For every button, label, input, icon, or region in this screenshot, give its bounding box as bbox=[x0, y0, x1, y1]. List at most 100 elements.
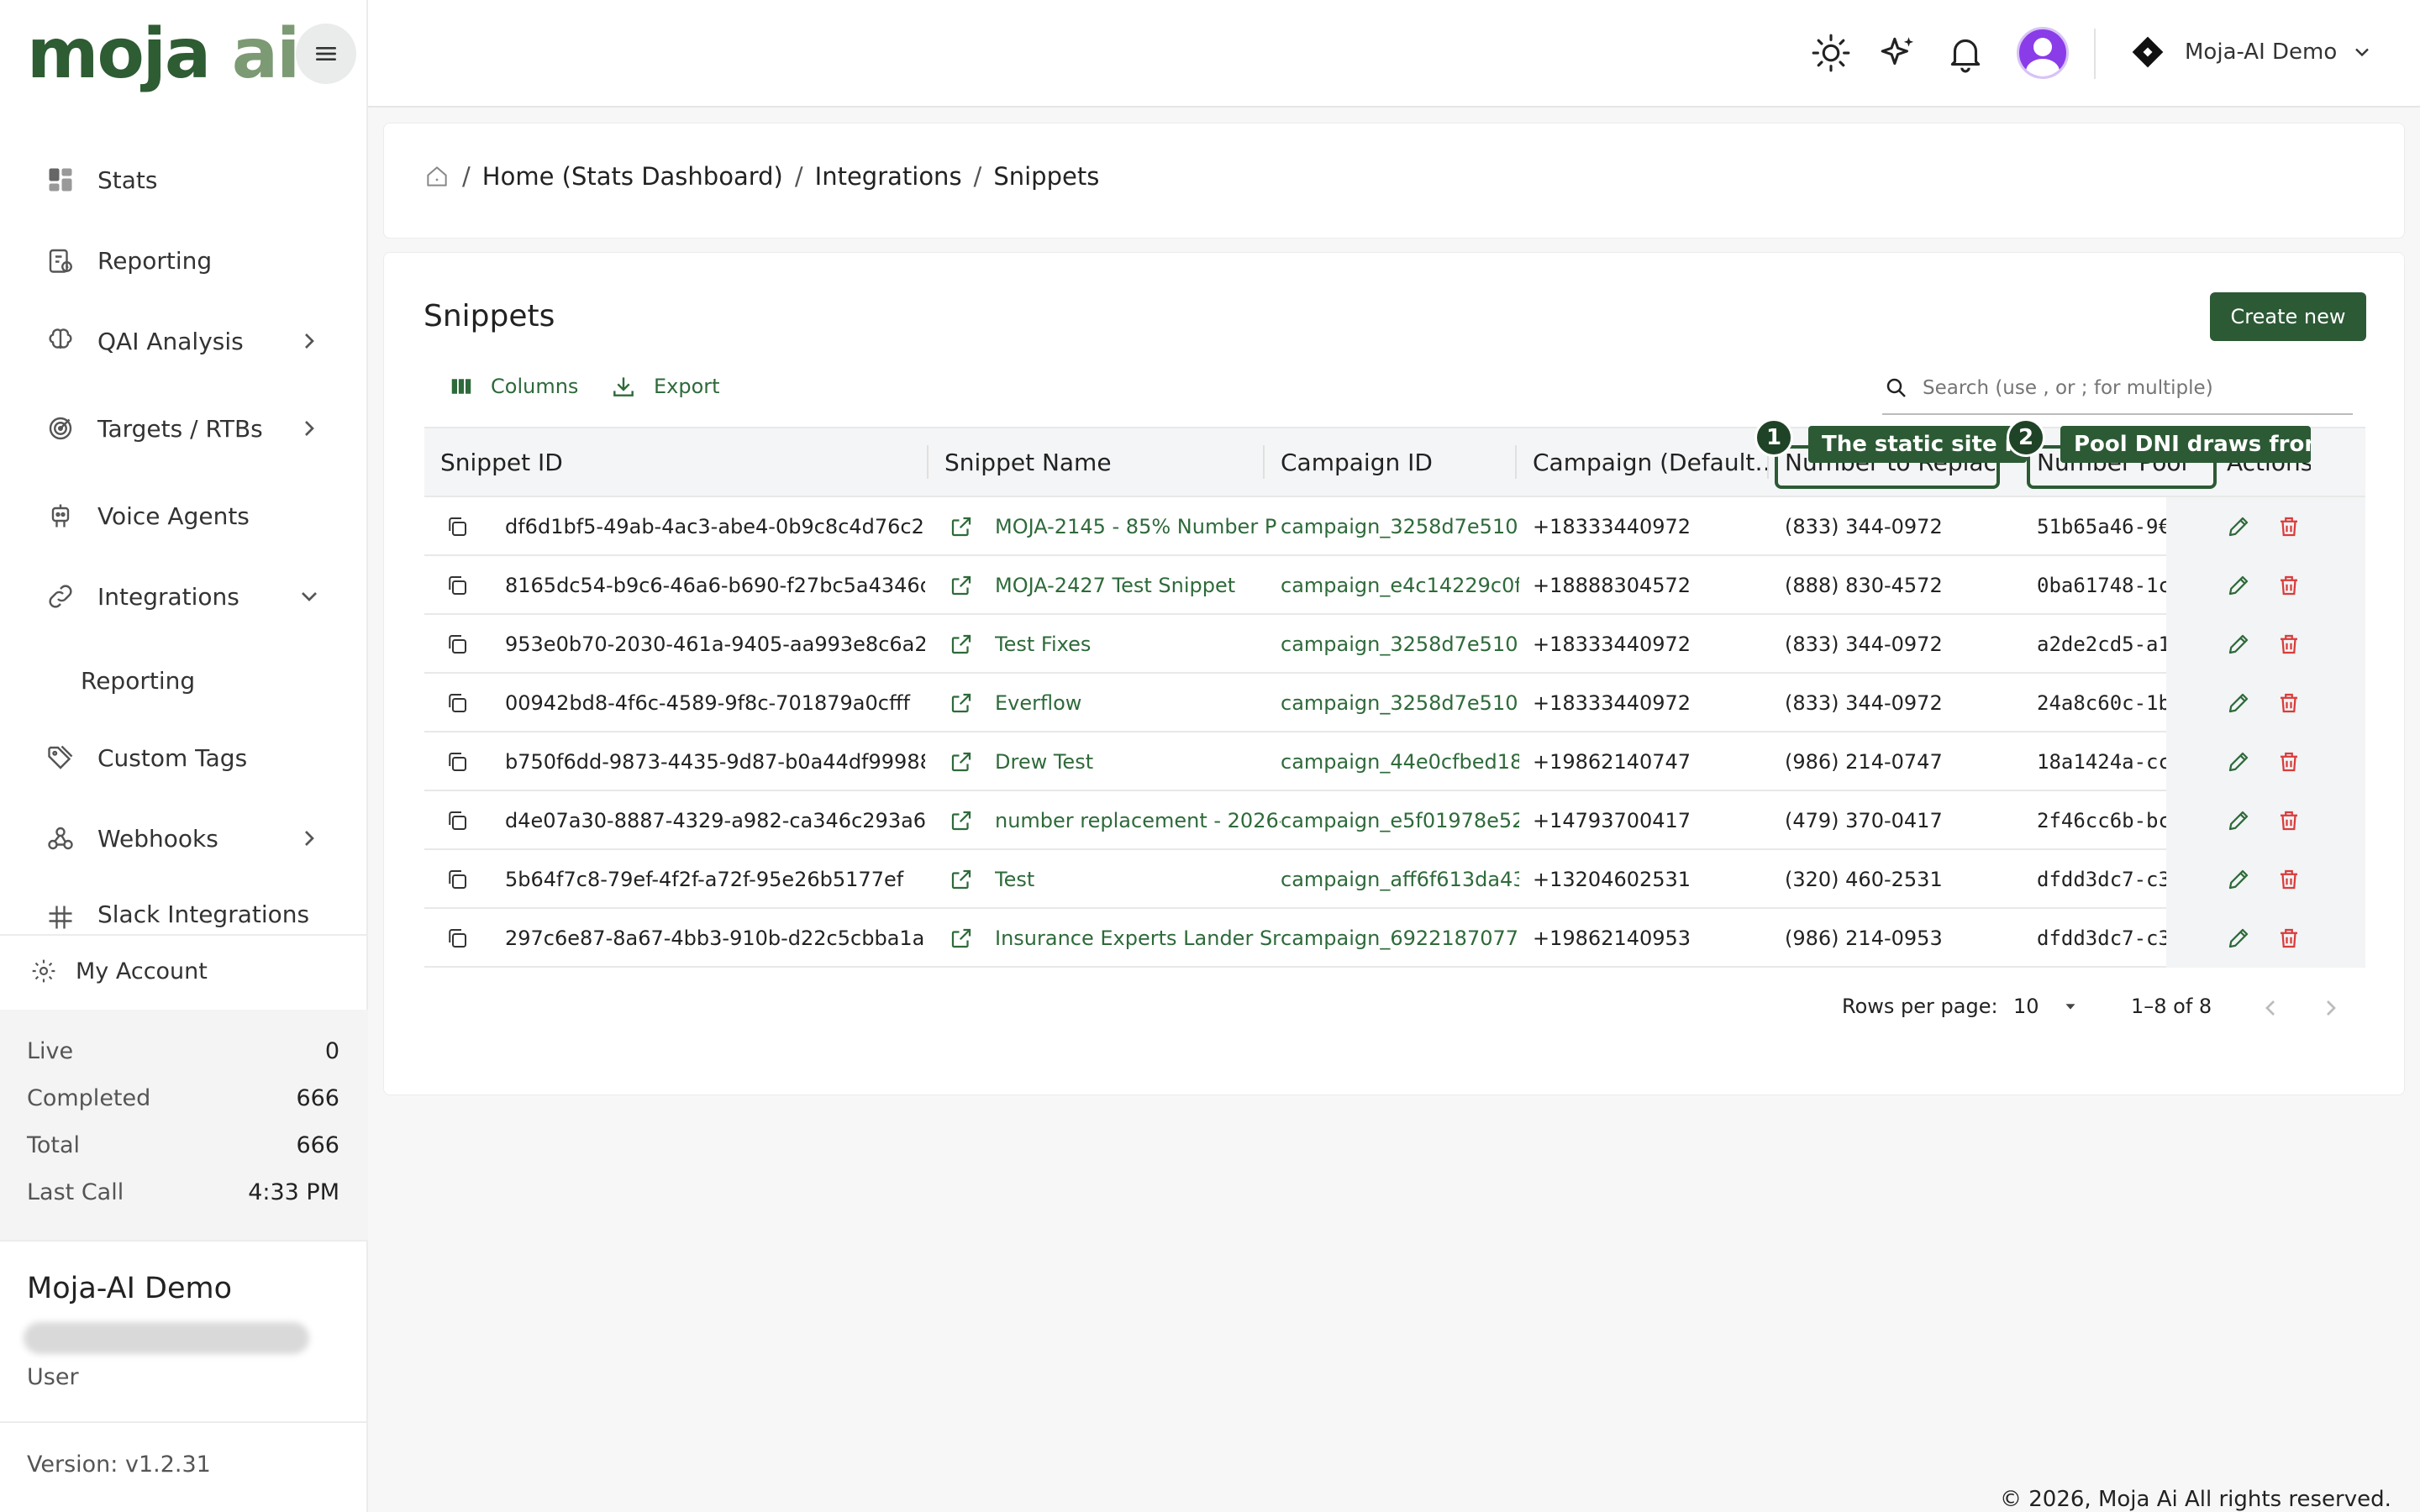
previous-page-icon[interactable] bbox=[2257, 995, 2284, 1021]
campaign-id-link[interactable]: campaign_e5f01978e529 bbox=[1281, 791, 1519, 850]
edit-icon[interactable] bbox=[2226, 732, 2260, 791]
campaign-id-link[interactable]: campaign_3258d7e51099 bbox=[1281, 615, 1519, 674]
table-row[interactable]: 5b64f7c8-79ef-4f2f-a72f-95e26b5177ef Tes… bbox=[424, 850, 2365, 909]
sidebar-item-stats[interactable]: Stats bbox=[44, 155, 157, 205]
snippet-name-link[interactable]: Test Fixes bbox=[995, 615, 1281, 674]
edit-icon[interactable] bbox=[2226, 909, 2260, 968]
sidebar-divider bbox=[0, 1240, 368, 1242]
external-link-icon[interactable] bbox=[949, 732, 982, 791]
breadcrumb-integrations[interactable]: Integrations bbox=[815, 162, 962, 191]
column-resize-handle[interactable] bbox=[927, 445, 929, 479]
next-page-icon[interactable] bbox=[2317, 995, 2344, 1021]
delete-icon[interactable] bbox=[2276, 732, 2310, 791]
column-header-snippet-name[interactable]: Snippet Name bbox=[944, 427, 1112, 497]
tour-tooltip-step1[interactable]: The static site number bbox=[1808, 426, 2027, 463]
campaign-id-link[interactable]: campaign_69221870778 bbox=[1281, 909, 1519, 968]
avatar[interactable] bbox=[2017, 27, 2069, 79]
table-row[interactable]: 00942bd8-4f6c-4589-9f8c-701879a0cfff Eve… bbox=[424, 674, 2365, 732]
column-header-campaign-default[interactable]: Campaign (Default… bbox=[1533, 427, 1770, 497]
external-link-icon[interactable] bbox=[949, 497, 982, 556]
delete-icon[interactable] bbox=[2276, 674, 2310, 732]
menu-toggle-button[interactable] bbox=[296, 24, 356, 84]
table-row[interactable]: 297c6e87-8a67-4bb3-910b-d22c5cbba1a3 Ins… bbox=[424, 909, 2365, 968]
snippet-name-link[interactable]: Test bbox=[995, 850, 1281, 909]
tour-step-badge-2[interactable]: 2 bbox=[2007, 418, 2045, 457]
campaign-id-link[interactable]: campaign_3258d7e51099 bbox=[1281, 674, 1519, 732]
snippet-name-link[interactable]: number replacement - 2026-( bbox=[995, 791, 1281, 850]
my-account-link[interactable]: My Account bbox=[27, 946, 208, 996]
sidebar-item-targets-rtbs[interactable]: Targets / RTBs bbox=[44, 403, 329, 454]
copy-icon[interactable] bbox=[445, 732, 478, 791]
external-link-icon[interactable] bbox=[949, 615, 982, 674]
delete-icon[interactable] bbox=[2276, 791, 2310, 850]
column-header-snippet-id[interactable]: Snippet ID bbox=[440, 427, 563, 497]
external-link-icon[interactable] bbox=[949, 850, 982, 909]
table-row[interactable]: b750f6dd-9873-4435-9d87-b0a44df99988 Dre… bbox=[424, 732, 2365, 791]
sidebar-subitem-reporting[interactable]: Reporting bbox=[81, 655, 195, 706]
campaign-id-link[interactable]: campaign_aff6f613da434 bbox=[1281, 850, 1519, 909]
table-row[interactable]: 8165dc54-b9c6-46a6-b690-f27bc5a4346d MOJ… bbox=[424, 556, 2365, 615]
moja-ai-logo[interactable]: moja ai bbox=[27, 17, 300, 92]
tour-step-badge-1[interactable]: 1 bbox=[1754, 418, 1793, 457]
sidebar-item-custom-tags[interactable]: Custom Tags bbox=[44, 732, 247, 783]
edit-icon[interactable] bbox=[2226, 674, 2260, 732]
breadcrumb-home[interactable]: Home (Stats Dashboard) bbox=[482, 162, 783, 191]
snippet-name-link[interactable]: MOJA-2145 - 85% Number P bbox=[995, 497, 1281, 556]
table-row[interactable]: df6d1bf5-49ab-4ac3-abe4-0b9c8c4d76c2 MOJ… bbox=[424, 497, 2365, 556]
copy-icon[interactable] bbox=[445, 497, 478, 556]
external-link-icon[interactable] bbox=[949, 674, 982, 732]
edit-icon[interactable] bbox=[2226, 791, 2260, 850]
delete-icon[interactable] bbox=[2276, 850, 2310, 909]
sidebar-item-voice-agents[interactable]: Voice Agents bbox=[44, 491, 250, 541]
campaign-id-link[interactable]: campaign_3258d7e51099 bbox=[1281, 497, 1519, 556]
sidebar-item-label: Webhooks bbox=[97, 824, 218, 853]
copy-icon[interactable] bbox=[445, 674, 478, 732]
export-button[interactable]: Export bbox=[610, 370, 720, 403]
external-link-icon[interactable] bbox=[949, 909, 982, 968]
snippet-name-link[interactable]: Drew Test bbox=[995, 732, 1281, 791]
delete-icon[interactable] bbox=[2276, 556, 2310, 615]
table-row[interactable]: 953e0b70-2030-461a-9405-aa993e8c6a24 Tes… bbox=[424, 615, 2365, 674]
sidebar-item-integrations[interactable]: Integrations bbox=[44, 571, 329, 622]
delete-icon[interactable] bbox=[2276, 497, 2310, 556]
sidebar-item-qai-analysis[interactable]: QAI Analysis bbox=[44, 316, 329, 366]
sun-icon[interactable] bbox=[1810, 32, 1852, 74]
column-resize-handle[interactable] bbox=[1515, 445, 1517, 479]
external-link-icon[interactable] bbox=[949, 791, 982, 850]
copy-icon[interactable] bbox=[445, 556, 478, 615]
rows-per-page-select[interactable]: 10 bbox=[2013, 995, 2080, 1018]
edit-icon[interactable] bbox=[2226, 497, 2260, 556]
column-header-campaign-id[interactable]: Campaign ID bbox=[1281, 427, 1433, 497]
search-input[interactable] bbox=[1923, 377, 2326, 399]
external-link-icon[interactable] bbox=[949, 556, 982, 615]
home-icon[interactable] bbox=[424, 163, 450, 190]
copy-icon[interactable] bbox=[445, 615, 478, 674]
edit-icon[interactable] bbox=[2226, 850, 2260, 909]
create-new-button[interactable]: Create new bbox=[2210, 292, 2366, 341]
delete-icon[interactable] bbox=[2276, 615, 2310, 674]
column-resize-handle[interactable] bbox=[1263, 445, 1265, 479]
sidebar-item-reporting[interactable]: Reporting bbox=[44, 235, 212, 286]
sidebar-item-webhooks[interactable]: Webhooks bbox=[44, 813, 329, 864]
number-pool-cell: dfdd3dc7-c3 bbox=[2037, 927, 2166, 950]
snippet-name-link[interactable]: MOJA-2427 Test Snippet bbox=[995, 556, 1281, 615]
snippet-name-link[interactable]: Insurance Experts Lander Snip bbox=[995, 909, 1281, 968]
tour-tooltip-step2[interactable]: Pool DNI draws from bbox=[2060, 426, 2311, 463]
campaign-id-link[interactable]: campaign_44e0cfbed180 bbox=[1281, 732, 1519, 791]
edit-icon[interactable] bbox=[2226, 615, 2260, 674]
sparkles-icon[interactable] bbox=[1877, 32, 1919, 74]
campaign-id-link[interactable]: campaign_e4c14229c0fc4 bbox=[1281, 556, 1519, 615]
copy-icon[interactable] bbox=[445, 791, 478, 850]
org-switcher[interactable]: Moja-AI Demo bbox=[2129, 25, 2374, 79]
edit-icon[interactable] bbox=[2226, 556, 2260, 615]
search-field[interactable] bbox=[1882, 363, 2353, 415]
columns-button[interactable]: Columns bbox=[449, 370, 578, 403]
copy-icon[interactable] bbox=[445, 909, 478, 968]
bell-icon[interactable] bbox=[1944, 32, 1986, 74]
download-icon bbox=[613, 377, 634, 396]
sidebar-item-slack-integrations[interactable]: Slack Integrations bbox=[44, 900, 309, 934]
delete-icon[interactable] bbox=[2276, 909, 2310, 968]
snippet-name-link[interactable]: Everflow bbox=[995, 674, 1281, 732]
copy-icon[interactable] bbox=[445, 850, 478, 909]
table-row[interactable]: d4e07a30-8887-4329-a982-ca346c293a68 num… bbox=[424, 791, 2365, 850]
